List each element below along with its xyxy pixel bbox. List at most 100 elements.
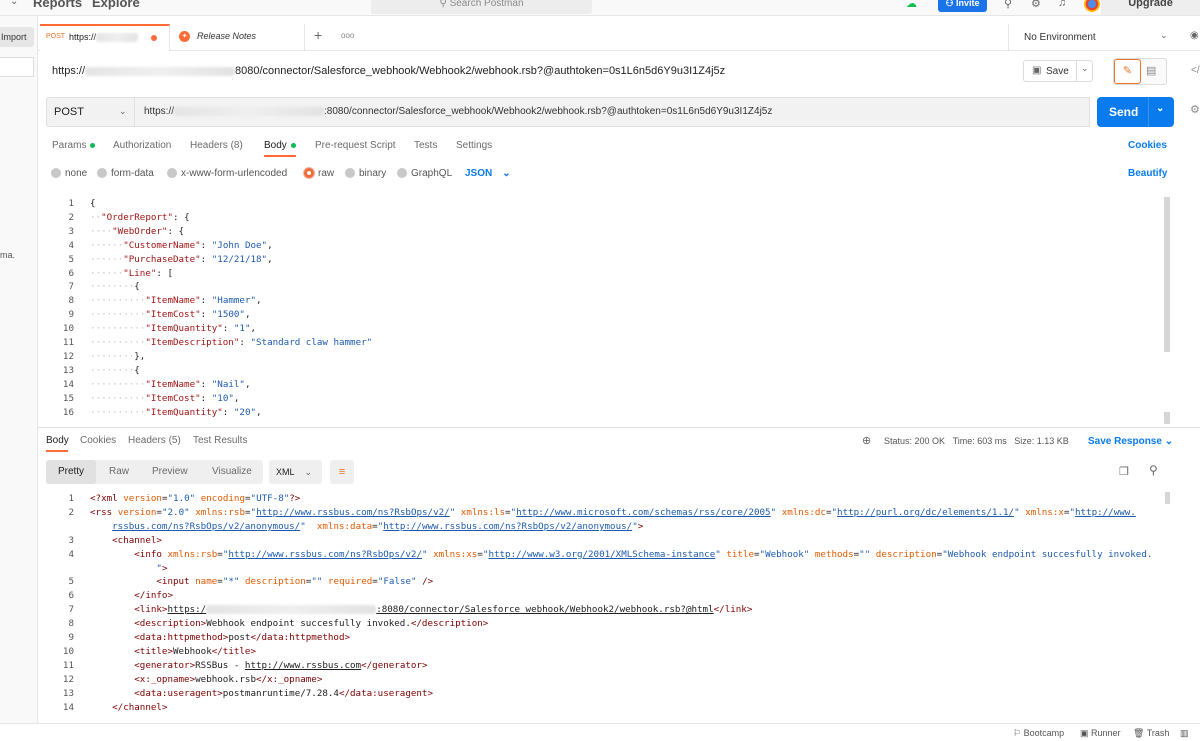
code-line: ··········"ItemCost": "1500", bbox=[90, 309, 251, 321]
xml-line: <x:_opname>webhook.rsb</x:_opname> bbox=[134, 673, 323, 685]
invite-button[interactable]: ⚇ Invite bbox=[938, 0, 987, 12]
tab-tests[interactable]: Tests bbox=[414, 140, 437, 151]
tab-body[interactable]: Body bbox=[264, 140, 296, 151]
import-button[interactable]: Import bbox=[0, 27, 34, 47]
xml-line: "> bbox=[156, 562, 168, 574]
resp-tab-headers[interactable]: Headers (5) bbox=[128, 435, 181, 446]
bootcamp-icon: ⚐ bbox=[1013, 728, 1024, 738]
wrap-lines-icon[interactable]: ≡ bbox=[330, 460, 354, 484]
settings-icon[interactable]: ⚙ bbox=[1190, 103, 1200, 116]
response-format-select[interactable]: XML ⌄ bbox=[269, 460, 322, 484]
save-button[interactable]: ▣ Save ⌄ bbox=[1023, 60, 1093, 82]
chevron-down-icon[interactable]: ⌄ bbox=[10, 0, 18, 7]
code-line: ··········"ItemName": "Hammer", bbox=[90, 295, 262, 307]
code-line: ········}, bbox=[90, 350, 146, 362]
chevron-down-icon[interactable]: ⌄ bbox=[1081, 63, 1089, 74]
line-number: 10 bbox=[62, 323, 74, 335]
tab-method: POST bbox=[46, 33, 66, 40]
line-number: 2 bbox=[68, 211, 74, 223]
pencil-icon[interactable]: ✎ bbox=[1114, 59, 1141, 84]
upgrade-button[interactable]: Upgrade bbox=[1101, 0, 1200, 15]
radio-binary[interactable]: binary bbox=[345, 168, 386, 179]
tab-headers[interactable]: Headers (8) bbox=[190, 140, 243, 151]
runner-button[interactable]: ▣ Runner bbox=[1080, 728, 1121, 739]
more-tabs-icon[interactable]: ooo bbox=[341, 31, 354, 40]
bootcamp-button[interactable]: ⚐ Bootcamp bbox=[1013, 728, 1064, 739]
search-input[interactable]: ⚲ Search Postman bbox=[371, 0, 592, 14]
body-format-select[interactable]: JSON ⌄ bbox=[465, 168, 511, 179]
chevron-down-icon: ⌄ bbox=[1160, 30, 1168, 40]
url-input[interactable]: https://:8080/connector/Salesforce_webho… bbox=[135, 97, 1090, 127]
user-plus-icon: ⚇ bbox=[945, 0, 957, 8]
save-response-button[interactable]: Save Response ⌄ bbox=[1088, 436, 1173, 447]
resp-tab-body[interactable]: Body bbox=[46, 435, 69, 446]
satellite-icon[interactable]: ⚲ bbox=[1004, 0, 1012, 10]
postman-logo-icon: ✦ bbox=[179, 31, 190, 42]
send-button[interactable]: Send ⌄ bbox=[1097, 97, 1174, 127]
bell-icon[interactable]: ♫ bbox=[1058, 0, 1066, 9]
scrollbar[interactable] bbox=[1164, 197, 1170, 352]
chevron-down-icon: ⌄ bbox=[119, 106, 127, 116]
radio-raw[interactable]: raw bbox=[304, 168, 334, 179]
search-icon: ⚲ bbox=[439, 0, 450, 9]
xml-line: <data:httpmethod>post</data:httpmethod> bbox=[134, 632, 351, 644]
documentation-icon[interactable]: ▤ bbox=[1146, 64, 1156, 77]
request-title[interactable]: https://8080/connector/Salesforce_webhoo… bbox=[52, 65, 725, 77]
tab-settings[interactable]: Settings bbox=[456, 140, 492, 151]
view-preview[interactable]: Preview bbox=[152, 466, 188, 477]
chevron-down-icon[interactable]: ⌄ bbox=[1156, 103, 1164, 114]
line-number: 2 bbox=[68, 506, 74, 518]
radio-urlencoded[interactable]: x-www-form-urlencoded bbox=[167, 168, 287, 179]
view-pretty[interactable]: Pretty bbox=[46, 460, 96, 484]
tab-title: Release Notes bbox=[197, 31, 257, 41]
view-raw[interactable]: Raw bbox=[109, 466, 129, 477]
chevron-down-icon: ⌄ bbox=[304, 467, 313, 477]
nav-explore[interactable]: Explore bbox=[92, 0, 140, 10]
scrollbar[interactable] bbox=[1165, 492, 1170, 504]
cookies-link[interactable]: Cookies bbox=[1128, 140, 1167, 151]
line-number: 7 bbox=[68, 604, 74, 616]
new-tab-button[interactable]: + bbox=[314, 27, 322, 43]
code-line: ··········"ItemDescription": "Standard c… bbox=[90, 337, 373, 349]
radio-graphql[interactable]: GraphQL bbox=[397, 168, 452, 179]
code-line: ········{ bbox=[90, 281, 140, 293]
tab-release-notes[interactable]: ✦ Release Notes bbox=[170, 24, 305, 51]
sidebar bbox=[0, 16, 38, 741]
eye-icon[interactable]: ◉ bbox=[1190, 30, 1199, 41]
beautify-link[interactable]: Beautify bbox=[1128, 168, 1167, 179]
two-pane-icon[interactable]: ▥ bbox=[1180, 728, 1189, 739]
code-line: ··········"ItemCost": "10", bbox=[90, 392, 240, 404]
tab-pre-request-script[interactable]: Pre-request Script bbox=[315, 140, 396, 151]
code-line: ··········"ItemName": "Nail", bbox=[90, 378, 251, 390]
gear-icon[interactable]: ⚙ bbox=[1031, 0, 1041, 10]
view-visualize[interactable]: Visualize bbox=[212, 466, 252, 477]
resp-tab-test-results[interactable]: Test Results bbox=[193, 435, 247, 446]
line-number: 6 bbox=[68, 590, 74, 602]
globe-icon[interactable]: ⊕ bbox=[862, 434, 871, 447]
copy-icon[interactable]: ❐ bbox=[1119, 465, 1129, 478]
search-icon[interactable]: ⚲ bbox=[1149, 463, 1158, 477]
code-icon[interactable]: </ bbox=[1191, 65, 1200, 76]
tab-authorization[interactable]: Authorization bbox=[113, 140, 171, 151]
active-tab-indicator bbox=[46, 450, 68, 452]
environment-select[interactable]: No Environment bbox=[1008, 24, 1180, 51]
radio-none[interactable]: none bbox=[51, 168, 87, 179]
scrollbar-end[interactable] bbox=[1164, 412, 1170, 424]
line-number: 3 bbox=[68, 534, 74, 546]
nav-reports[interactable]: Reports bbox=[33, 0, 82, 10]
request-body-editor[interactable]: {··"OrderReport": {····"WebOrder": {····… bbox=[90, 197, 372, 420]
line-number: 16 bbox=[62, 406, 74, 418]
sync-icon[interactable]: ☁ bbox=[906, 0, 917, 10]
method-select[interactable]: POST ⌄ bbox=[46, 97, 135, 127]
tab-params[interactable]: Params bbox=[52, 140, 96, 151]
chevron-down-icon: ⌄ bbox=[1164, 436, 1174, 447]
line-number: 13 bbox=[62, 687, 74, 699]
radio-form-data[interactable]: form-data bbox=[97, 168, 154, 179]
code-line: ······"PurchaseDate": "12/21/18", bbox=[90, 253, 273, 265]
tab-request[interactable]: POST https:// bbox=[40, 24, 170, 51]
xml-line: <description>Webhook endpoint succesfull… bbox=[134, 618, 489, 630]
resp-tab-cookies[interactable]: Cookies bbox=[80, 435, 116, 446]
sidebar-filter-input[interactable] bbox=[0, 57, 34, 77]
trash-button[interactable]: 🗑 Trash bbox=[1133, 728, 1169, 739]
xml-line: rssbus.com/ns?RsbOps/v2/anonymous/" xmln… bbox=[112, 520, 644, 532]
